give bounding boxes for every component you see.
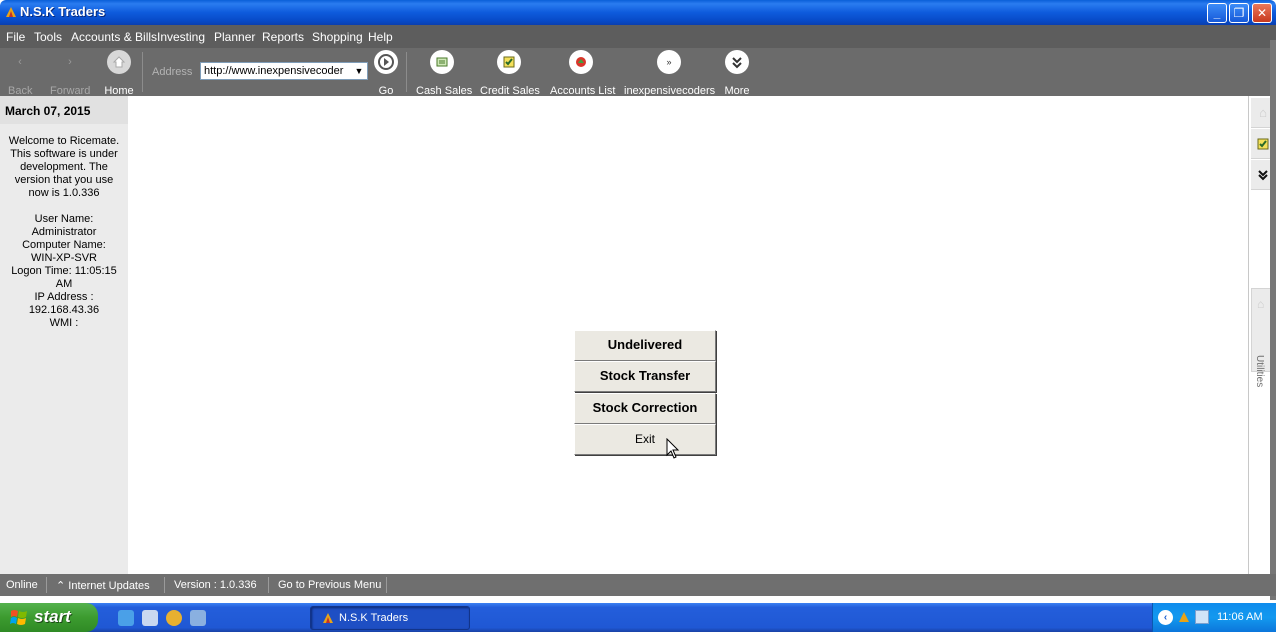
computer-name-value: WIN-XP-SVR bbox=[31, 252, 97, 264]
dropdown-arrow-icon[interactable]: ▼ bbox=[352, 64, 366, 78]
cursor-icon bbox=[666, 438, 680, 459]
address-value: http://www.inexpensivecoder bbox=[204, 65, 344, 77]
menu-bar: File Tools Accounts & Bills Investing Pl… bbox=[0, 25, 1276, 48]
main-area: Undelivered Stock Transfer Stock Correct… bbox=[128, 96, 1248, 574]
computer-name-label: Computer Name: bbox=[22, 239, 106, 251]
stock-correction-button[interactable]: Stock Correction bbox=[574, 393, 716, 424]
credit-sales-button[interactable]: Credit Sales bbox=[480, 50, 540, 97]
version-status: Version : 1.0.336 bbox=[174, 579, 257, 591]
taskbar-item-label: N.S.K Traders bbox=[339, 612, 409, 624]
accounts-list-button[interactable]: Accounts List bbox=[550, 50, 615, 97]
menu-shopping[interactable]: Shopping bbox=[312, 30, 363, 44]
go-icon bbox=[374, 50, 398, 74]
start-label: start bbox=[34, 607, 71, 626]
windows-flag-icon bbox=[10, 610, 27, 625]
forward-button[interactable]: › Forward bbox=[50, 50, 90, 97]
minimize-button[interactable]: _ bbox=[1207, 3, 1227, 23]
online-status: Online bbox=[6, 579, 38, 591]
menu-help[interactable]: Help bbox=[368, 30, 393, 44]
menu-file[interactable]: File bbox=[6, 30, 25, 44]
status-separator bbox=[164, 577, 165, 593]
window-title: N.S.K Traders bbox=[20, 4, 106, 19]
taskbar-item-nsk-traders[interactable]: N.S.K Traders bbox=[310, 606, 470, 630]
previous-menu-link[interactable]: Go to Previous Menu bbox=[278, 579, 381, 591]
home-button[interactable]: Home bbox=[104, 50, 134, 97]
user-name-value: Administrator bbox=[31, 226, 97, 238]
credit-sales-icon bbox=[497, 50, 521, 74]
current-date: March 07, 2015 bbox=[0, 96, 128, 124]
more-icon bbox=[725, 50, 749, 74]
wmi-label: WMI : bbox=[49, 317, 79, 329]
exit-button[interactable]: Exit bbox=[574, 424, 716, 455]
inexpensivecoders-icon: » bbox=[657, 50, 681, 74]
inexpensivecoders-button[interactable]: » inexpensivecoders bbox=[624, 50, 715, 97]
taskbar: start N.S.K Traders ‹ 11:06 AM bbox=[0, 603, 1276, 632]
back-button[interactable]: ‹ Back bbox=[8, 50, 32, 97]
app-tray-icon[interactable] bbox=[1177, 610, 1191, 624]
welcome-line: development. The bbox=[20, 161, 108, 173]
welcome-line: This software is under bbox=[10, 148, 118, 160]
ip-address-label: IP Address : bbox=[34, 291, 94, 303]
status-separator bbox=[268, 577, 269, 593]
desktop-icon[interactable] bbox=[142, 610, 158, 626]
network-icon[interactable] bbox=[1195, 610, 1209, 624]
more-button[interactable]: More bbox=[724, 50, 750, 97]
close-button[interactable]: ✕ bbox=[1252, 3, 1272, 23]
undelivered-button[interactable]: Undelivered bbox=[574, 330, 716, 361]
welcome-info: Welcome to Ricemate. This software is un… bbox=[4, 135, 124, 330]
window-edge bbox=[1270, 40, 1276, 600]
status-bar: Online ⌃ Internet Updates Version : 1.0.… bbox=[0, 574, 1276, 596]
cash-sales-button[interactable]: Cash Sales bbox=[416, 50, 472, 97]
sidebar: March 07, 2015 Welcome to Ricemate. This… bbox=[0, 96, 128, 574]
ie-icon[interactable] bbox=[118, 610, 134, 626]
status-separator bbox=[46, 577, 47, 593]
forward-arrow-icon: › bbox=[68, 56, 72, 68]
settings-icon[interactable] bbox=[190, 610, 206, 626]
menu-investing[interactable]: Investing bbox=[157, 30, 205, 44]
internet-updates-label: Internet Updates bbox=[68, 580, 150, 592]
chrome-icon[interactable] bbox=[166, 610, 182, 626]
toolbar: ‹ Back › Forward Home Address http://www… bbox=[0, 48, 1276, 97]
menu-tools[interactable]: Tools bbox=[34, 30, 62, 44]
toolbar-separator bbox=[406, 52, 407, 92]
utilities-label: Utilities bbox=[1254, 355, 1265, 388]
clock: 11:06 AM bbox=[1217, 611, 1263, 623]
system-tray: ‹ 11:06 AM bbox=[1152, 603, 1276, 632]
ip-address-value: 192.168.43.36 bbox=[28, 304, 100, 316]
maximize-button[interactable]: ❐ bbox=[1229, 3, 1249, 23]
toolbar-separator bbox=[142, 52, 143, 92]
go-button[interactable]: Go bbox=[374, 50, 398, 97]
back-arrow-icon: ‹ bbox=[18, 56, 22, 68]
home-icon bbox=[107, 50, 131, 74]
cash-sales-icon bbox=[430, 50, 454, 74]
chevron-up-icon: ⌃ bbox=[56, 580, 69, 592]
app-icon bbox=[6, 7, 16, 17]
status-separator bbox=[386, 577, 387, 593]
start-button[interactable]: start bbox=[0, 603, 98, 632]
welcome-line: version that you use bbox=[14, 174, 114, 186]
address-input[interactable]: http://www.inexpensivecoder ▼ bbox=[200, 62, 368, 80]
menu-planner[interactable]: Planner bbox=[214, 30, 255, 44]
chevron-left-icon[interactable]: ‹ bbox=[1158, 610, 1173, 625]
welcome-line: Welcome to Ricemate. bbox=[8, 135, 120, 147]
welcome-line: now is 1.0.336 bbox=[28, 187, 100, 199]
logon-time-label: Logon Time: 11:05:15 bbox=[11, 265, 117, 277]
accounts-list-icon bbox=[569, 50, 593, 74]
user-name-label: User Name: bbox=[34, 213, 94, 225]
title-bar: N.S.K Traders _ ❐ ✕ bbox=[0, 0, 1276, 25]
app-icon bbox=[323, 613, 333, 623]
menu-accounts-bills[interactable]: Accounts & Bills bbox=[71, 30, 157, 44]
stock-transfer-button[interactable]: Stock Transfer bbox=[574, 361, 716, 392]
address-label: Address bbox=[152, 66, 193, 78]
internet-updates-item[interactable]: ⌃ Internet Updates bbox=[56, 579, 150, 592]
menu-reports[interactable]: Reports bbox=[262, 30, 304, 44]
home-icon: ⌂ bbox=[1257, 297, 1265, 311]
logon-time-suffix: AM bbox=[55, 278, 73, 290]
